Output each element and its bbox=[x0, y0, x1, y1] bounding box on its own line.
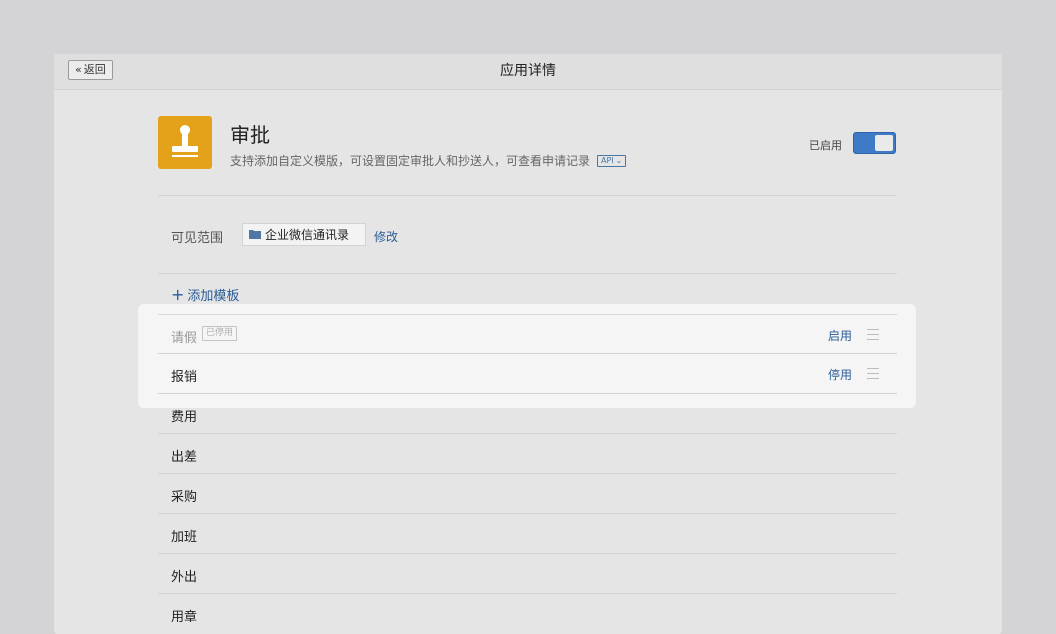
template-name: 费用 bbox=[171, 410, 198, 425]
template-row[interactable]: 出差 bbox=[158, 434, 897, 474]
template-row-reimburse[interactable]: 报销 停用 bbox=[158, 354, 897, 394]
enable-template-button[interactable]: 启用 bbox=[828, 327, 852, 344]
enable-toggle[interactable] bbox=[853, 132, 896, 154]
app-description: 支持添加自定义模版，可设置固定审批人和抄送人，可查看申请记录 API ⌄ bbox=[230, 152, 627, 169]
stamp-icon bbox=[158, 116, 212, 169]
plus-icon: + bbox=[171, 285, 185, 304]
drag-handle-icon[interactable] bbox=[867, 368, 879, 379]
title-bar: « 返回 应用详情 bbox=[54, 54, 1002, 90]
toggle-knob bbox=[875, 135, 893, 151]
add-template-label: 添加模板 bbox=[187, 289, 240, 304]
visible-scope-label: 可见范围 bbox=[171, 231, 224, 246]
template-row[interactable]: 费用 bbox=[158, 394, 897, 434]
template-row-leave[interactable]: 请假 已停用 启用 bbox=[158, 314, 897, 354]
template-name: 出差 bbox=[171, 450, 198, 465]
template-name: 外出 bbox=[171, 570, 198, 585]
page-title: 应用详情 bbox=[500, 63, 556, 79]
template-row[interactable]: 外出 bbox=[158, 554, 897, 594]
template-name: 报销 bbox=[171, 370, 198, 385]
modify-scope-link[interactable]: 修改 bbox=[374, 228, 398, 245]
app-description-text: 支持添加自定义模版，可设置固定审批人和抄送人，可查看申请记录 bbox=[230, 154, 591, 168]
api-tag[interactable]: API ⌄ bbox=[597, 154, 627, 167]
template-name: 加班 bbox=[171, 530, 198, 545]
template-row[interactable]: 加班 bbox=[158, 514, 897, 554]
template-name: 用章 bbox=[171, 610, 198, 625]
visible-scope-value: 企业微信通讯录 bbox=[242, 223, 366, 246]
template-list: 请假 已停用 启用 报销 停用 费用 出差 采购 加班 外出 用章 bbox=[158, 314, 897, 634]
template-row[interactable]: 用章 bbox=[158, 594, 897, 634]
folder-icon bbox=[249, 228, 261, 242]
chevron-down-icon: ⌄ bbox=[615, 155, 623, 165]
visible-scope-text: 企业微信通讯录 bbox=[265, 228, 350, 242]
add-template-button[interactable]: + 添加模板 bbox=[171, 285, 240, 305]
divider bbox=[158, 273, 897, 274]
drag-handle-icon[interactable] bbox=[867, 329, 879, 340]
enabled-label: 已启用 bbox=[809, 139, 842, 152]
disable-template-button[interactable]: 停用 bbox=[828, 366, 852, 383]
template-name: 请假 bbox=[171, 331, 198, 346]
api-tag-label: API bbox=[601, 155, 614, 165]
template-name: 采购 bbox=[171, 490, 198, 505]
status-badge: 已停用 bbox=[202, 326, 238, 341]
divider bbox=[158, 195, 897, 196]
template-row[interactable]: 采购 bbox=[158, 474, 897, 514]
app-name: 审批 bbox=[230, 123, 270, 147]
